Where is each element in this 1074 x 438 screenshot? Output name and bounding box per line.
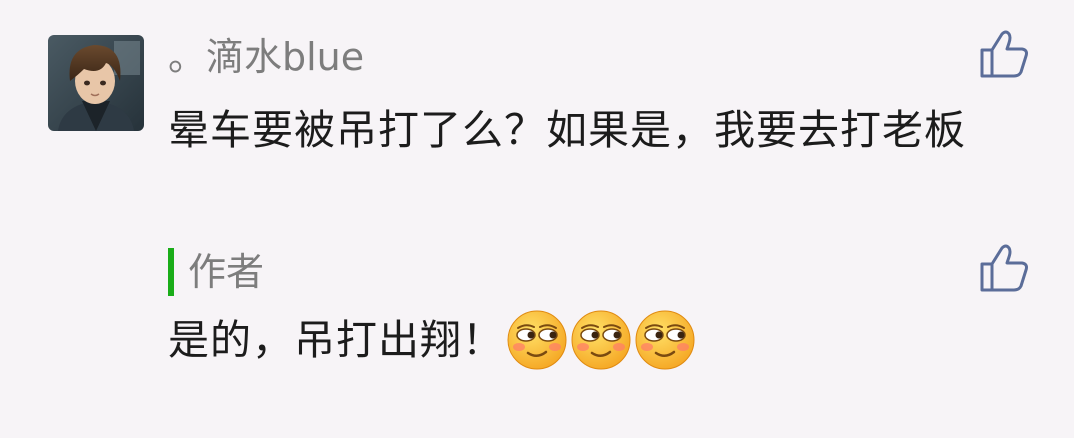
like-button[interactable] [976,26,1032,82]
thumbs-up-icon [980,244,1028,292]
reply-like-button[interactable] [976,240,1032,296]
smirk-emoji-icon [570,309,632,371]
comment-text: 晕车要被吊打了么？如果是，我要去打老板 [168,106,966,154]
avatar-icon [48,35,144,131]
smirk-emoji-icon [506,309,568,371]
comment-username[interactable]: 。滴水blue [168,32,364,82]
smirk-emoji-icon [634,309,696,371]
author-reply-marker [168,248,174,296]
author-reply-text: 是的，吊打出翔！ [168,308,696,372]
avatar[interactable] [48,35,144,131]
author-reply-text-content: 是的，吊打出翔！ [168,316,504,364]
comment-item: 。滴水blue 晕车要被吊打了么？如果是，我要去打老板 作者 是的，吊打出翔！ [0,0,1074,438]
author-reply-label: 作者 [188,250,265,294]
thumbs-up-icon [980,30,1028,78]
